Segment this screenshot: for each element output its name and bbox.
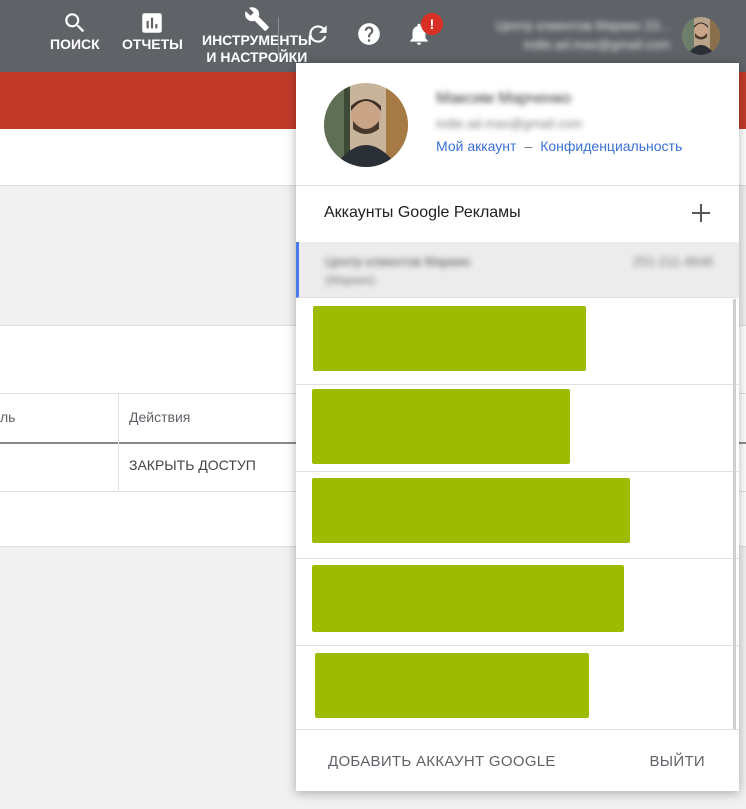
revoke-access-link[interactable]: ЗАКРЫТЬ ДОСТУП xyxy=(129,457,256,473)
notification-badge: ! xyxy=(421,13,443,35)
bar-chart-icon xyxy=(142,13,163,33)
search-icon xyxy=(65,13,85,33)
refresh-icon xyxy=(309,25,327,43)
list-item[interactable] xyxy=(296,646,739,729)
selected-account-name: Центр клиентов Маркин xyxy=(325,254,471,269)
my-account-link[interactable]: Мой аккаунт xyxy=(436,138,516,154)
popup-footer: ДОБАВИТЬ АККАУНТ GOOGLE ВЫЙТИ xyxy=(296,729,739,791)
redaction-block xyxy=(312,565,624,632)
profile-avatar xyxy=(324,83,408,167)
selected-account-subtitle: (Маркин) xyxy=(325,273,376,287)
column-header-role: ль xyxy=(0,409,16,425)
scrollbar[interactable] xyxy=(733,299,736,729)
ads-accounts-header: Аккаунты Google Рекламы xyxy=(296,185,739,241)
redaction-block xyxy=(312,478,630,543)
column-divider xyxy=(118,393,119,491)
logout-button[interactable]: ВЫЙТИ xyxy=(649,753,705,770)
help-button[interactable] xyxy=(355,20,383,48)
selected-account-item[interactable]: Центр клиентов Маркин (Маркин) 251-211-4… xyxy=(296,242,739,298)
account-menu-popup: Максим Марченко indie.ad.max@gmail.com М… xyxy=(296,63,739,791)
search-nav-button[interactable]: ПОИСК xyxy=(50,10,100,53)
reports-nav-button[interactable]: ОТЧЕТЫ xyxy=(122,10,183,53)
profile-email: indie.ad.max@gmail.com xyxy=(436,116,583,131)
avatar[interactable] xyxy=(682,17,720,55)
profile-section: Максим Марченко indie.ad.max@gmail.com М… xyxy=(296,63,739,186)
help-icon xyxy=(358,23,380,45)
search-nav-label: ПОИСК xyxy=(50,36,100,52)
topbar-divider xyxy=(278,17,279,55)
top-app-bar: ПОИСК ОТЧЕТЫ ИНСТРУМЕНТЫ И НАСТРОЙКИ ! Ц… xyxy=(0,0,746,72)
account-chip-email: indie.ad.max@gmail.com xyxy=(523,37,670,52)
profile-photo-icon xyxy=(324,83,408,167)
list-item[interactable] xyxy=(296,298,739,385)
add-google-account-button[interactable]: ДОБАВИТЬ АККАУНТ GOOGLE xyxy=(328,753,556,770)
reports-nav-label: ОТЧЕТЫ xyxy=(122,36,183,52)
redaction-block xyxy=(312,389,570,464)
selected-account-id: 251-211-4848 xyxy=(633,254,713,269)
column-header-actions: Действия xyxy=(129,409,191,425)
ads-accounts-title: Аккаунты Google Рекламы xyxy=(324,204,521,221)
tools-nav-label-line1: ИНСТРУМЕНТЫ xyxy=(202,32,312,48)
account-switcher[interactable]: Центр клиентов Маркин 23... indie.ad.max… xyxy=(456,16,670,54)
user-photo-icon xyxy=(682,17,720,55)
redaction-block xyxy=(313,306,586,371)
add-ads-account-plus-icon[interactable] xyxy=(689,201,713,225)
refresh-button[interactable] xyxy=(304,20,332,48)
account-chip-name: Центр клиентов Маркин 23... xyxy=(496,18,670,33)
profile-links: Мой аккаунт – Конфиденциальность xyxy=(436,138,682,154)
privacy-link[interactable]: Конфиденциальность xyxy=(540,138,682,154)
list-item[interactable] xyxy=(296,559,739,646)
redaction-block xyxy=(315,653,589,718)
list-item[interactable] xyxy=(296,385,739,472)
list-item[interactable] xyxy=(296,472,739,559)
link-separator: – xyxy=(524,138,533,154)
tools-nav-button[interactable]: ИНСТРУМЕНТЫ И НАСТРОЙКИ xyxy=(202,6,312,66)
profile-name: Максим Марченко xyxy=(436,90,572,107)
tools-nav-label-line2: И НАСТРОЙКИ xyxy=(206,49,308,65)
wrench-icon xyxy=(244,7,269,31)
